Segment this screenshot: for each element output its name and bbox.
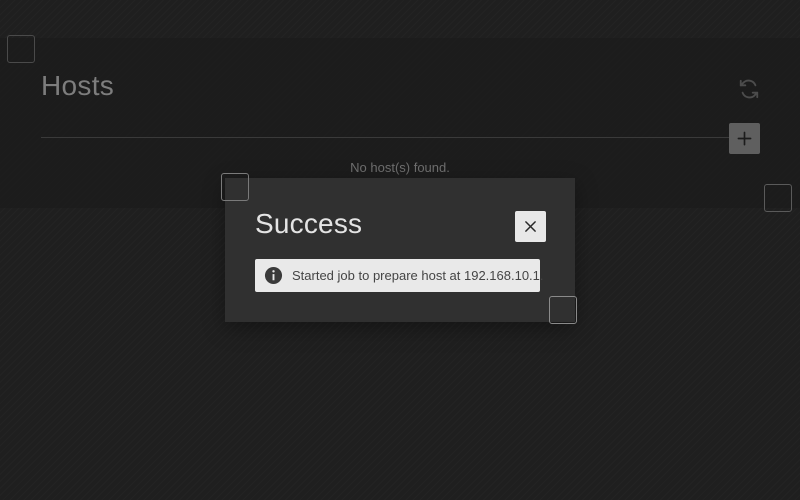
close-button[interactable] [515,211,546,242]
add-host-button[interactable] [729,123,760,154]
dialog-title: Success [255,208,363,239]
success-dialog: Success Started job to prepare host at 1… [225,178,575,322]
message-text: Started job to prepare host at 192.168.1… [292,268,544,283]
focus-outline [7,35,35,63]
info-icon [264,266,283,285]
info-message: Started job to prepare host at 192.168.1… [255,259,544,292]
page-title: Hosts [41,70,115,101]
header-divider [41,137,731,138]
focus-outline [764,184,792,212]
focus-outline [549,296,577,324]
empty-hosts-message: No host(s) found. [350,160,450,175]
focus-outline [221,173,249,201]
close-icon [525,221,536,232]
plus-icon [737,131,752,146]
refresh-icon[interactable] [738,78,760,100]
